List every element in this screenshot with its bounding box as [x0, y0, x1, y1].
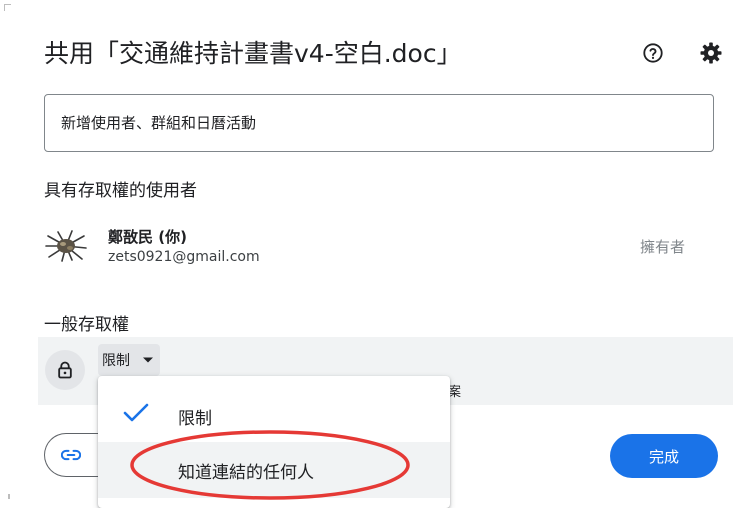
user-email: zets0921@gmail.com [108, 249, 260, 265]
lock-badge [45, 350, 85, 390]
add-people-input[interactable] [44, 94, 714, 152]
help-button[interactable] [640, 40, 666, 66]
people-with-access-heading: 具有存取權的使用者 [44, 181, 197, 201]
menu-item-label: 知道連結的任何人 [178, 462, 314, 483]
share-dialog: 共用「交通維持計畫書v4-空白.doc」 具有存取權的使用者 [0, 0, 733, 508]
general-access-dropdown[interactable]: 限制 [98, 344, 160, 376]
menu-item-anyone-with-link[interactable]: 知道連結的任何人 [98, 442, 450, 498]
done-button[interactable]: 完成 [610, 434, 718, 478]
gear-icon [700, 42, 722, 64]
check-icon [123, 403, 149, 422]
corner-mark [4, 4, 11, 11]
access-menu: 限制 知道連結的任何人 [98, 376, 450, 508]
lock-icon [58, 361, 72, 379]
corner-mark [8, 494, 10, 499]
dialog-title: 共用「交通維持計畫書v4-空白.doc」 [44, 39, 462, 68]
general-access-selected: 限制 [102, 353, 130, 369]
help-circle-icon [643, 43, 663, 63]
role-label: 擁有者 [640, 238, 686, 256]
settings-button[interactable] [698, 40, 724, 66]
avatar [44, 230, 88, 262]
copy-link-button[interactable] [44, 433, 100, 477]
user-name: 鄭敔民 (你) [108, 228, 187, 246]
menu-item-label: 限制 [178, 408, 212, 429]
caret-down-icon [143, 357, 153, 363]
menu-item-restricted[interactable]: 限制 [98, 388, 450, 444]
link-icon [61, 449, 81, 461]
general-access-heading: 一般存取權 [44, 315, 129, 335]
